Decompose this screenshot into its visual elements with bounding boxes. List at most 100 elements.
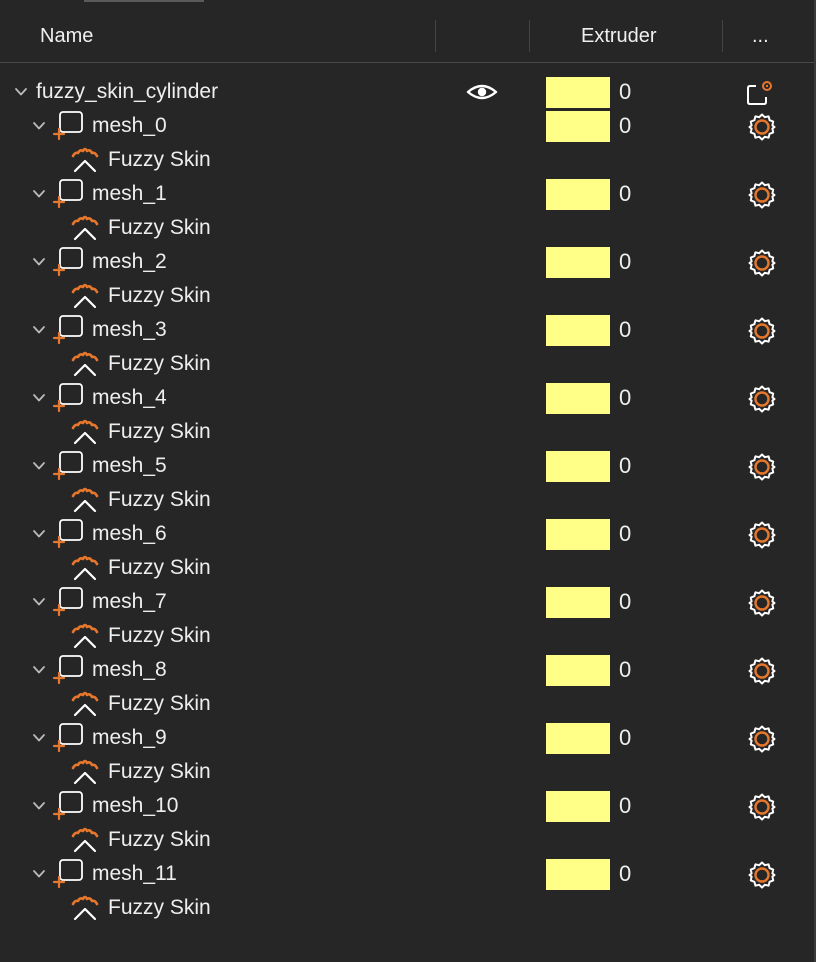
gear-icon[interactable] xyxy=(747,656,777,686)
extruder-color-swatch[interactable] xyxy=(546,519,610,550)
gear-icon[interactable] xyxy=(747,248,777,278)
mesh-part-name[interactable]: mesh_7 xyxy=(92,585,167,619)
mesh-part-row[interactable]: mesh_5 0 xyxy=(0,449,814,483)
modifier-row[interactable]: Fuzzy Skin xyxy=(0,755,814,789)
extruder-value[interactable]: 0 xyxy=(619,789,631,823)
gear-icon[interactable] xyxy=(747,180,777,210)
gear-icon[interactable] xyxy=(747,384,777,414)
extruder-color-swatch[interactable] xyxy=(546,451,610,482)
extruder-color-swatch[interactable] xyxy=(546,77,610,108)
mesh-part-row[interactable]: mesh_9 0 xyxy=(0,721,814,755)
modifier-name[interactable]: Fuzzy Skin xyxy=(108,755,211,789)
header-more[interactable]: ... xyxy=(752,10,769,62)
mesh-part-row[interactable]: mesh_2 0 xyxy=(0,245,814,279)
extruder-value[interactable]: 0 xyxy=(619,721,631,755)
extruder-color-swatch[interactable] xyxy=(546,315,610,346)
object-settings-icon[interactable] xyxy=(745,78,775,108)
extruder-value[interactable]: 0 xyxy=(619,585,631,619)
mesh-part-row[interactable]: mesh_0 0 xyxy=(0,109,814,143)
header-name[interactable]: Name xyxy=(40,10,93,62)
extruder-value[interactable]: 0 xyxy=(619,381,631,415)
gear-icon[interactable] xyxy=(747,724,777,754)
extruder-value[interactable]: 0 xyxy=(619,449,631,483)
modifier-row[interactable]: Fuzzy Skin xyxy=(0,415,814,449)
modifier-row[interactable]: Fuzzy Skin xyxy=(0,143,814,177)
extruder-value[interactable]: 0 xyxy=(619,245,631,279)
modifier-row[interactable]: Fuzzy Skin xyxy=(0,687,814,721)
modifier-name[interactable]: Fuzzy Skin xyxy=(108,347,211,381)
chevron-down-icon[interactable] xyxy=(32,731,46,745)
mesh-part-name[interactable]: mesh_5 xyxy=(92,449,167,483)
chevron-down-icon[interactable] xyxy=(32,527,46,541)
extruder-value[interactable]: 0 xyxy=(619,857,631,891)
chevron-down-icon[interactable] xyxy=(32,595,46,609)
modifier-name[interactable]: Fuzzy Skin xyxy=(108,143,211,177)
modifier-row[interactable]: Fuzzy Skin xyxy=(0,891,814,925)
modifier-name[interactable]: Fuzzy Skin xyxy=(108,823,211,857)
mesh-part-row[interactable]: mesh_3 0 xyxy=(0,313,814,347)
modifier-name[interactable]: Fuzzy Skin xyxy=(108,687,211,721)
extruder-value[interactable]: 0 xyxy=(619,653,631,687)
modifier-row[interactable]: Fuzzy Skin xyxy=(0,347,814,381)
mesh-part-row[interactable]: mesh_4 0 xyxy=(0,381,814,415)
mesh-part-row[interactable]: mesh_8 0 xyxy=(0,653,814,687)
extruder-color-swatch[interactable] xyxy=(546,791,610,822)
chevron-down-icon[interactable] xyxy=(32,867,46,881)
gear-icon[interactable] xyxy=(747,112,777,142)
mesh-part-name[interactable]: mesh_2 xyxy=(92,245,167,279)
modifier-name[interactable]: Fuzzy Skin xyxy=(108,279,211,313)
gear-icon[interactable] xyxy=(747,588,777,618)
extruder-color-swatch[interactable] xyxy=(546,655,610,686)
gear-icon[interactable] xyxy=(747,452,777,482)
extruder-color-swatch[interactable] xyxy=(546,179,610,210)
header-extruder[interactable]: Extruder xyxy=(581,10,657,62)
extruder-color-swatch[interactable] xyxy=(546,111,610,142)
modifier-name[interactable]: Fuzzy Skin xyxy=(108,211,211,245)
object-name[interactable]: fuzzy_skin_cylinder xyxy=(36,75,218,109)
chevron-down-icon[interactable] xyxy=(32,459,46,473)
gear-icon[interactable] xyxy=(747,520,777,550)
gear-icon[interactable] xyxy=(747,316,777,346)
mesh-part-name[interactable]: mesh_1 xyxy=(92,177,167,211)
modifier-row[interactable]: Fuzzy Skin xyxy=(0,619,814,653)
modifier-name[interactable]: Fuzzy Skin xyxy=(108,891,211,925)
chevron-down-icon[interactable] xyxy=(14,85,28,99)
eye-icon[interactable] xyxy=(466,81,498,103)
modifier-row[interactable]: Fuzzy Skin xyxy=(0,823,814,857)
mesh-part-name[interactable]: mesh_8 xyxy=(92,653,167,687)
mesh-part-name[interactable]: mesh_6 xyxy=(92,517,167,551)
extruder-value[interactable]: 0 xyxy=(619,109,631,143)
modifier-row[interactable]: Fuzzy Skin xyxy=(0,483,814,517)
mesh-part-row[interactable]: mesh_7 0 xyxy=(0,585,814,619)
mesh-part-name[interactable]: mesh_11 xyxy=(92,857,177,891)
mesh-part-name[interactable]: mesh_4 xyxy=(92,381,167,415)
chevron-down-icon[interactable] xyxy=(32,663,46,677)
mesh-part-row[interactable]: mesh_1 0 xyxy=(0,177,814,211)
chevron-down-icon[interactable] xyxy=(32,255,46,269)
mesh-part-name[interactable]: mesh_9 xyxy=(92,721,167,755)
extruder-color-swatch[interactable] xyxy=(546,247,610,278)
chevron-down-icon[interactable] xyxy=(32,187,46,201)
extruder-value[interactable]: 0 xyxy=(619,75,631,109)
extruder-color-swatch[interactable] xyxy=(546,723,610,754)
header-divider[interactable] xyxy=(435,20,436,52)
chevron-down-icon[interactable] xyxy=(32,119,46,133)
gear-icon[interactable] xyxy=(747,792,777,822)
mesh-part-name[interactable]: mesh_0 xyxy=(92,109,167,143)
chevron-down-icon[interactable] xyxy=(32,391,46,405)
object-row[interactable]: fuzzy_skin_cylinder 0 xyxy=(0,75,814,109)
modifier-row[interactable]: Fuzzy Skin xyxy=(0,279,814,313)
mesh-part-row[interactable]: mesh_6 0 xyxy=(0,517,814,551)
mesh-part-row[interactable]: mesh_11 0 xyxy=(0,857,814,891)
mesh-part-name[interactable]: mesh_10 xyxy=(92,789,178,823)
extruder-color-swatch[interactable] xyxy=(546,587,610,618)
extruder-value[interactable]: 0 xyxy=(619,177,631,211)
extruder-value[interactable]: 0 xyxy=(619,313,631,347)
modifier-row[interactable]: Fuzzy Skin xyxy=(0,211,814,245)
extruder-value[interactable]: 0 xyxy=(619,517,631,551)
header-divider[interactable] xyxy=(722,20,723,52)
modifier-row[interactable]: Fuzzy Skin xyxy=(0,551,814,585)
chevron-down-icon[interactable] xyxy=(32,799,46,813)
modifier-name[interactable]: Fuzzy Skin xyxy=(108,619,211,653)
header-divider[interactable] xyxy=(529,20,530,52)
